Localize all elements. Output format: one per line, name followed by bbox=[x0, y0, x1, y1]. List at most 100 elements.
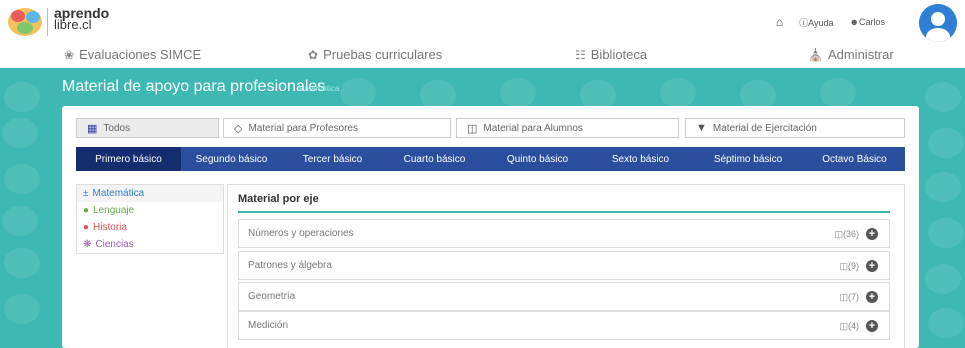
main-nav: ❀ Evaluaciones SIMCE ✿ Pruebas curricula… bbox=[0, 46, 965, 68]
help-link[interactable]: ⓘAyuda bbox=[799, 16, 833, 29]
logo-separator bbox=[47, 8, 48, 36]
decor-bubble bbox=[340, 78, 376, 108]
expand-icon[interactable]: + bbox=[866, 228, 878, 240]
expand-icon[interactable]: + bbox=[866, 291, 878, 303]
tab-tercer-basico[interactable]: Tercer básico bbox=[282, 147, 383, 171]
filter-label: Material de Ejercitación bbox=[712, 122, 817, 134]
filter-label: Material para Profesores bbox=[248, 122, 358, 134]
subject-lenguaje[interactable]: ● Lenguaje bbox=[77, 202, 223, 219]
nav-label: Administrar bbox=[827, 47, 894, 62]
atom-icon: ❋ bbox=[83, 239, 92, 250]
user-link[interactable]: ☻Carlos bbox=[850, 17, 885, 27]
decor-bubble bbox=[928, 128, 964, 158]
decor-bubble bbox=[660, 78, 696, 108]
decor-bubble bbox=[928, 218, 964, 248]
expand-icon[interactable]: + bbox=[866, 320, 878, 332]
book-icon: ◫ bbox=[839, 261, 848, 271]
nav-administrar[interactable]: ⛪ Administrar bbox=[808, 47, 894, 62]
decor-bubble bbox=[4, 248, 40, 278]
tab-primero-basico[interactable]: Primero básico bbox=[76, 147, 181, 171]
decor-bubble bbox=[4, 164, 40, 194]
decor-bubble bbox=[928, 308, 964, 338]
decor-bubble bbox=[500, 78, 536, 108]
tab-cuarto-basico[interactable]: Cuarto básico bbox=[383, 147, 486, 171]
nav-label: Evaluaciones SIMCE bbox=[79, 47, 202, 62]
page-title: Material de apoyo para profesionales bbox=[62, 78, 326, 95]
filter-alumnos-button[interactable]: ◫ Material para Alumnos bbox=[456, 118, 679, 138]
filter-todos-button[interactable]: ▦ Todos bbox=[76, 118, 219, 138]
eje-name: Patrones y álgebra bbox=[248, 260, 332, 271]
subject-list: ± Matemática ● Lenguaje ● Historia ❋ Cie… bbox=[76, 184, 224, 254]
eje-name: Medición bbox=[248, 320, 289, 331]
eje-row-medicion[interactable]: Medición ◫(4) + bbox=[238, 311, 890, 340]
nav-label: Pruebas curriculares bbox=[323, 47, 443, 62]
eje-count: ◫(9) bbox=[839, 261, 859, 272]
subject-label: Lenguaje bbox=[93, 205, 135, 216]
nav-biblioteca[interactable]: ☷ Biblioteca bbox=[575, 47, 647, 62]
graduation-cap-icon: ◇ bbox=[234, 122, 243, 135]
eje-count-value: (36) bbox=[842, 229, 859, 239]
top-bar: aprendo libre.cl ⌂ ⓘAyuda ☻Carlos bbox=[0, 0, 965, 46]
eje-name: Números y operaciones bbox=[248, 228, 354, 239]
page-subtitle: Matemática bbox=[298, 84, 340, 93]
tab-quinto-basico[interactable]: Quinto básico bbox=[486, 147, 589, 171]
eje-name: Geometría bbox=[248, 291, 296, 302]
filter-label: Material para Alumnos bbox=[483, 122, 583, 134]
eje-row-patrones[interactable]: Patrones y álgebra ◫(9) + bbox=[238, 251, 890, 280]
book-icon: ☷ bbox=[575, 47, 586, 62]
filter-label: Todos bbox=[103, 122, 131, 134]
eje-title: Material por eje bbox=[238, 193, 319, 205]
eje-count: ◫(36) bbox=[834, 229, 859, 240]
decor-bubble bbox=[925, 82, 961, 112]
subject-matematica[interactable]: ± Matemática bbox=[77, 185, 223, 202]
filter-ejercitacion-button[interactable]: ▼ Material de Ejercitación bbox=[685, 118, 905, 138]
decor-bubble bbox=[820, 78, 856, 108]
decor-bubble bbox=[925, 172, 961, 202]
eje-divider bbox=[238, 211, 890, 213]
book-icon: ◫ bbox=[839, 321, 848, 331]
decor-bubble bbox=[925, 264, 961, 294]
tab-segundo-basico[interactable]: Segundo básico bbox=[181, 147, 282, 171]
grid-icon: ▦ bbox=[87, 122, 98, 135]
decor-bubble bbox=[4, 82, 40, 112]
eje-count: ◫(4) bbox=[839, 321, 859, 332]
tag-icon: ▼ bbox=[696, 122, 707, 134]
tab-octavo-basico[interactable]: Octavo Básico bbox=[804, 147, 905, 171]
nav-label: Biblioteca bbox=[590, 47, 648, 62]
book-icon: ◫ bbox=[839, 292, 848, 302]
math-icon: ± bbox=[83, 188, 89, 199]
eje-row-geometria[interactable]: Geometría ◫(7) + bbox=[238, 282, 890, 311]
ribbon-icon: ✿ bbox=[308, 47, 319, 62]
expand-icon[interactable]: + bbox=[866, 260, 878, 272]
subject-label: Historia bbox=[93, 222, 127, 233]
decor-bubble bbox=[4, 294, 40, 324]
nav-pruebas-curriculares[interactable]: ✿ Pruebas curriculares bbox=[308, 47, 442, 62]
eje-row-numeros[interactable]: Números y operaciones ◫(36) + bbox=[238, 219, 890, 248]
avatar[interactable] bbox=[919, 4, 957, 42]
book-icon: ◫ bbox=[834, 229, 843, 239]
logo-icon[interactable] bbox=[6, 4, 44, 40]
eje-count-value: (9) bbox=[848, 261, 859, 271]
decor-bubble bbox=[2, 118, 38, 148]
eje-count-value: (4) bbox=[848, 321, 859, 331]
nav-evaluaciones-simce[interactable]: ❀ Evaluaciones SIMCE bbox=[64, 47, 201, 62]
brand-logo[interactable]: aprendo libre.cl bbox=[54, 6, 109, 31]
tab-sexto-basico[interactable]: Sexto básico bbox=[589, 147, 692, 171]
subject-ciencias[interactable]: ❋ Ciencias bbox=[77, 236, 223, 253]
open-book-icon: ◫ bbox=[467, 122, 478, 135]
tab-septimo-basico[interactable]: Séptimo básico bbox=[692, 147, 804, 171]
globe-icon: ● bbox=[83, 222, 90, 233]
decor-bubble bbox=[2, 206, 38, 236]
grade-tabs: Primero básico Segundo básico Tercer bás… bbox=[76, 147, 905, 171]
building-icon: ⛪ bbox=[808, 47, 823, 62]
subject-historia[interactable]: ● Historia bbox=[77, 219, 223, 236]
eje-count-value: (7) bbox=[848, 292, 859, 302]
filter-profesores-button[interactable]: ◇ Material para Profesores bbox=[223, 118, 451, 138]
home-icon[interactable]: ⌂ bbox=[776, 15, 783, 29]
subject-label: Matemática bbox=[92, 188, 145, 199]
speech-bubble-icon: ● bbox=[83, 205, 90, 216]
subject-label: Ciencias bbox=[95, 239, 134, 250]
user-menu: ⌂ ⓘAyuda ☻Carlos bbox=[776, 15, 885, 29]
eje-count: ◫(7) bbox=[839, 292, 859, 303]
medal-icon: ❀ bbox=[64, 47, 75, 62]
